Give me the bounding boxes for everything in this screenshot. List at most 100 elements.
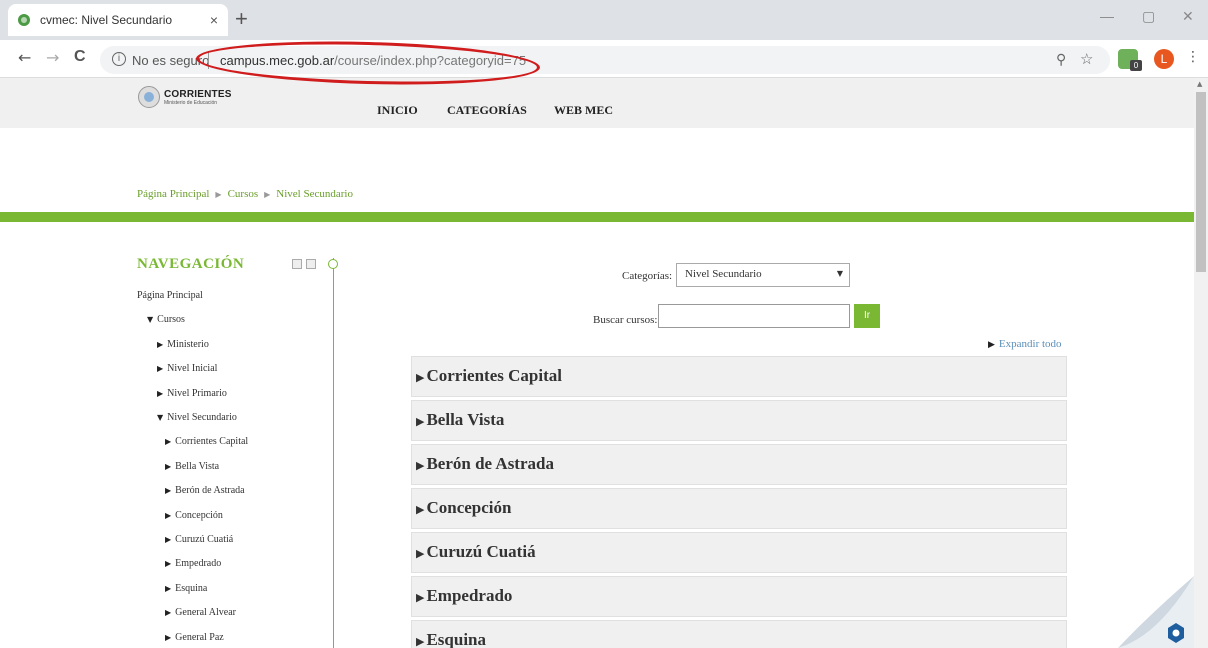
screen: cvmec: Nivel Secundario × + — ▢ ✕ ← → C … xyxy=(0,0,1208,648)
breadcrumb-separator-icon: ▶ xyxy=(215,190,222,199)
sidebar-item[interactable]: Página Principal xyxy=(137,290,203,301)
category-title: Berón de Astrada xyxy=(426,454,554,473)
page-scrollbar[interactable]: ▲ xyxy=(1194,78,1208,648)
sidebar-item-label: Concepción xyxy=(175,509,223,521)
expand-all-link[interactable]: ▶ Expandir todo xyxy=(988,338,1062,350)
collapse-block-icon[interactable] xyxy=(292,259,302,269)
breadcrumb: Página Principal ▶ Cursos ▶ Nivel Secundario xyxy=(137,188,353,200)
green-divider-bar xyxy=(0,212,1194,222)
nav-categorias[interactable]: CATEGORÍAS xyxy=(447,103,527,118)
sidebar-item[interactable]: ▶ General Alvear xyxy=(165,607,236,618)
sidebar-divider-dot xyxy=(328,259,338,269)
sidebar-item[interactable]: ▶ Empedrado xyxy=(165,558,221,569)
reload-button[interactable]: C xyxy=(74,48,86,66)
chevron-down-icon: ▼ xyxy=(836,269,843,278)
sidebar-item-label: Corrientes Capital xyxy=(175,436,249,448)
tab-close-icon[interactable]: × xyxy=(210,12,218,28)
categories-select[interactable]: Nivel Secundario ▼ xyxy=(676,263,850,287)
breadcrumb-home[interactable]: Página Principal xyxy=(137,188,209,200)
collapsed-arrow-icon: ▶ xyxy=(165,583,172,593)
sidebar-item-label: General Alvear xyxy=(175,607,236,619)
browser-menu-icon[interactable]: ⋮ xyxy=(1186,49,1200,65)
categories-label: Categorías: xyxy=(622,270,673,282)
sidebar-item[interactable]: ▶ Nivel Primario xyxy=(157,388,227,399)
collapsed-arrow-icon: ▶ xyxy=(416,371,425,384)
restore-button[interactable]: ▢ xyxy=(1142,8,1155,25)
profile-avatar[interactable]: L xyxy=(1154,49,1174,69)
sidebar-item-label: Bella Vista xyxy=(175,460,220,472)
collapsed-arrow-icon: ▶ xyxy=(165,437,172,447)
page-curl-logo-icon[interactable] xyxy=(1118,576,1194,648)
collapsed-arrow-icon: ▶ xyxy=(165,510,172,520)
browser-tabstrip: cvmec: Nivel Secundario × + — ▢ ✕ xyxy=(0,0,1208,40)
category-title: Esquina xyxy=(426,630,487,648)
collapsed-arrow-icon: ▶ xyxy=(416,415,425,428)
tab-title: cvmec: Nivel Secundario xyxy=(40,13,173,27)
scroll-up-icon[interactable]: ▲ xyxy=(1197,80,1202,88)
collapsed-arrow-icon: ▶ xyxy=(165,535,172,544)
collapsed-arrow-icon: ▶ xyxy=(416,547,425,560)
browser-toolbar: ← → C i No es seguro campus.mec.gob.ar/c… xyxy=(0,40,1208,78)
zoom-icon[interactable]: ⚲ xyxy=(1056,51,1066,68)
search-courses-label: Buscar cursos: xyxy=(593,314,658,326)
expanded-arrow-icon: ▼ xyxy=(147,315,154,325)
category-box[interactable]: ▶ Berón de Astrada xyxy=(411,444,1067,485)
sidebar-divider-line xyxy=(333,258,334,648)
sidebar-item[interactable]: ▶ Esquina xyxy=(165,583,207,594)
collapsed-arrow-icon: ▶ xyxy=(165,461,172,471)
sidebar-item[interactable]: ▼ Nivel Secundario xyxy=(157,412,237,423)
sidebar-item[interactable]: ▼ Cursos xyxy=(147,314,185,325)
logo-name: CORRIENTES xyxy=(164,88,232,100)
collapsed-arrow-icon: ▶ xyxy=(165,486,172,496)
back-button[interactable]: ← xyxy=(18,48,31,67)
sidebar-item[interactable]: ▶ Bella Vista xyxy=(165,461,219,472)
expand-arrow-icon: ▶ xyxy=(988,340,995,350)
sidebar-item[interactable]: ▶ Nivel Inicial xyxy=(157,363,217,374)
sidebar-item-label: Nivel Inicial xyxy=(167,363,218,375)
collapsed-arrow-icon: ▶ xyxy=(157,388,164,398)
bookmark-star-icon[interactable]: ☆ xyxy=(1080,50,1093,68)
sidebar-item[interactable]: ▶ Concepción xyxy=(165,510,223,521)
logo-subtitle: Ministerio de Educación xyxy=(164,99,218,106)
info-icon[interactable]: i xyxy=(112,52,126,66)
collapsed-arrow-icon: ▶ xyxy=(416,591,425,604)
sidebar-item[interactable]: ▶ Curuzú Cuatiá xyxy=(165,534,233,545)
new-tab-button[interactable]: + xyxy=(235,6,248,32)
logo-text: CORRIENTES Ministerio de Educación xyxy=(164,89,232,106)
minimize-button[interactable]: — xyxy=(1100,8,1114,24)
nav-inicio[interactable]: INICIO xyxy=(377,103,418,118)
category-box[interactable]: ▶ Empedrado xyxy=(411,576,1067,617)
category-title: Empedrado xyxy=(426,586,513,605)
browser-tab[interactable]: cvmec: Nivel Secundario × xyxy=(8,4,228,36)
breadcrumb-cursos[interactable]: Cursos xyxy=(228,188,259,200)
sidebar-item[interactable]: ▶ Berón de Astrada xyxy=(165,485,245,496)
sidebar-item[interactable]: ▶ General Paz xyxy=(165,632,224,643)
categories-selected-value: Nivel Secundario xyxy=(685,268,762,280)
close-window-button[interactable]: ✕ xyxy=(1182,8,1194,25)
search-courses-input[interactable] xyxy=(658,304,850,328)
category-title: Corrientes Capital xyxy=(426,366,562,385)
category-box[interactable]: ▶ Esquina xyxy=(411,620,1067,648)
sidebar-item[interactable]: ▶ Corrientes Capital xyxy=(165,436,248,447)
category-box[interactable]: ▶ Curuzú Cuatiá xyxy=(411,532,1067,573)
collapsed-arrow-icon: ▶ xyxy=(416,635,425,648)
nav-web-mec[interactable]: WEB MEC xyxy=(554,103,613,118)
category-box[interactable]: ▶ Bella Vista xyxy=(411,400,1067,441)
sidebar-item-label: Empedrado xyxy=(175,558,222,570)
sidebar-item-label: Cursos xyxy=(157,314,185,326)
forward-button[interactable]: → xyxy=(46,48,59,67)
category-box[interactable]: ▶ Corrientes Capital xyxy=(411,356,1067,397)
breadcrumb-current[interactable]: Nivel Secundario xyxy=(276,188,353,200)
search-go-button[interactable]: Ir xyxy=(854,304,880,328)
navigation-block-title: NAVEGACIÓN xyxy=(137,256,245,272)
site-logo[interactable]: CORRIENTES Ministerio de Educación xyxy=(138,86,232,108)
collapsed-arrow-icon: ▶ xyxy=(165,632,172,642)
dock-block-icon[interactable] xyxy=(306,259,316,269)
sidebar-item[interactable]: ▶ Ministerio xyxy=(157,339,209,350)
breadcrumb-separator-icon: ▶ xyxy=(264,190,271,199)
scrollbar-thumb[interactable] xyxy=(1196,92,1206,272)
collapsed-arrow-icon: ▶ xyxy=(157,364,164,374)
category-box[interactable]: ▶ Concepción xyxy=(411,488,1067,529)
collapsed-arrow-icon: ▶ xyxy=(165,608,172,618)
sidebar-item-label: General Paz xyxy=(175,631,224,643)
